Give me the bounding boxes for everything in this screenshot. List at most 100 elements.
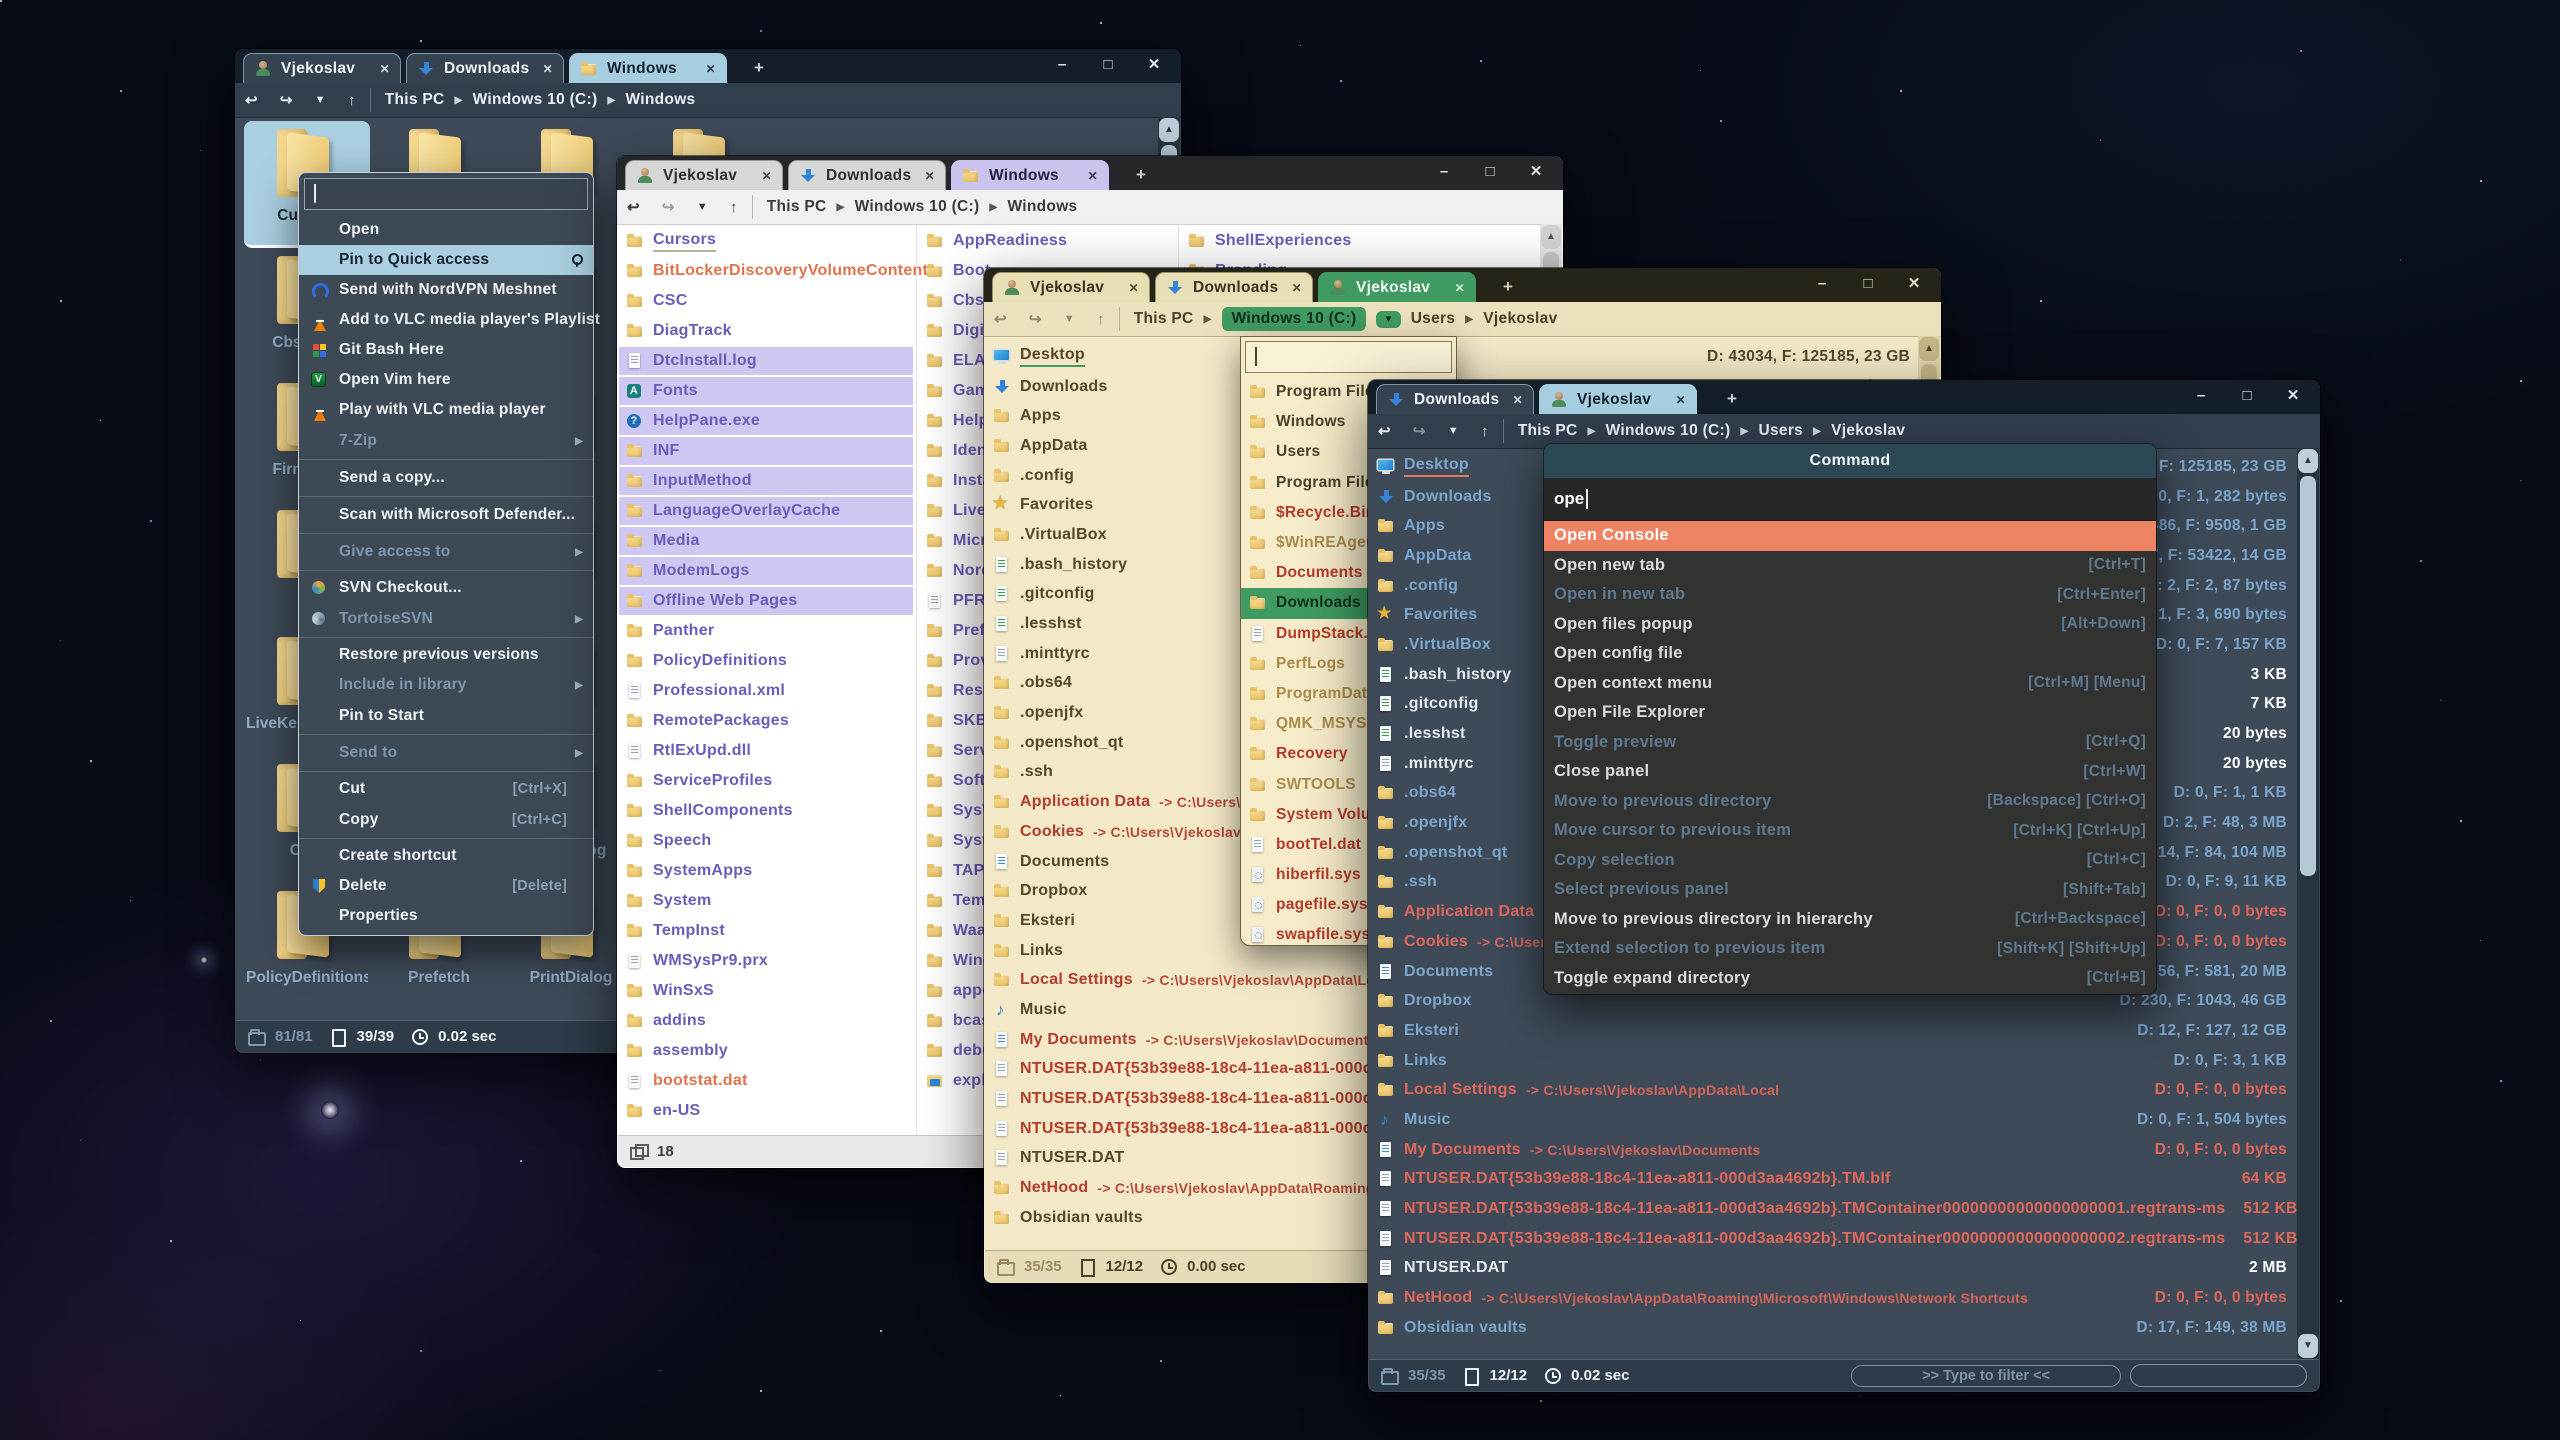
breadcrumb-item[interactable]: This PC ▶ [1134, 310, 1212, 328]
scroll-up-icon[interactable]: ▲ [1919, 337, 1939, 361]
history-dropdown-icon[interactable]: ▼ [697, 201, 708, 213]
file-row[interactable]: Panther [618, 616, 914, 646]
tab-close-icon[interactable]: ✕ [925, 169, 935, 183]
context-menu-item[interactable]: Open [299, 215, 593, 245]
palette-command[interactable]: Open files popup [Alt+Down] [1544, 610, 2156, 640]
breadcrumb-item[interactable]: ▼ ▶ [1376, 311, 1400, 328]
tab-close-icon[interactable]: ✕ [543, 62, 553, 76]
palette-command[interactable]: Move to previous directory [Backspace] [… [1544, 787, 2156, 817]
file-row[interactable]: DtcInstall.log [618, 346, 914, 376]
file-row[interactable]: TempInst [618, 916, 914, 946]
context-menu-item[interactable]: Send to ▶ [299, 737, 593, 772]
file-row[interactable]: Speech [618, 826, 914, 856]
up-icon[interactable]: ↑ [730, 199, 738, 216]
tab[interactable]: Windows ✕ [951, 160, 1109, 190]
minimize-button[interactable]: – [2178, 387, 2224, 404]
context-menu-item[interactable]: TortoiseSVN ▶ [299, 603, 593, 638]
scroll-thumb[interactable] [2300, 476, 2316, 876]
tab-close-icon[interactable]: ✕ [1455, 281, 1465, 295]
close-button[interactable]: ✕ [1513, 162, 1559, 180]
palette-command[interactable]: Toggle expand directory [Ctrl+B] [1544, 964, 2156, 994]
file-row[interactable]: bootstat.dat [618, 1066, 914, 1096]
tab-close-icon[interactable]: ✕ [1129, 281, 1139, 295]
file-row[interactable]: ModemLogs [618, 556, 914, 586]
file-row[interactable]: assembly [618, 1036, 914, 1066]
close-button[interactable]: ✕ [2270, 386, 2316, 404]
up-icon[interactable]: ↑ [1481, 423, 1489, 440]
context-menu-item[interactable]: Cut [Ctrl+X] [299, 774, 593, 804]
forward-icon[interactable]: ↪ [662, 198, 675, 216]
file-row[interactable]: Eksteri D: 12, F: 127, 12 GB [1369, 1016, 2295, 1046]
context-menu-item[interactable]: Open Vim here [299, 365, 593, 395]
tab[interactable]: Vjekoslav ✕ [1318, 272, 1476, 302]
forward-icon[interactable]: ↪ [1029, 310, 1042, 328]
breadcrumb-item[interactable]: This PC ▶ [767, 198, 845, 216]
file-row[interactable]: Links D: 0, F: 3, 1 KB [1369, 1046, 2295, 1076]
context-menu-item[interactable]: Delete [Delete] [299, 871, 593, 901]
history-dropdown-icon[interactable]: ▼ [1064, 313, 1075, 325]
file-row[interactable]: WMSysPr9.prx [618, 946, 914, 976]
breadcrumb-item[interactable]: Vjekoslav ▶ [1831, 422, 1905, 440]
breadcrumb-item[interactable]: Windows 10 (C:) ▶ [473, 91, 616, 109]
file-row[interactable]: DiagTrack [618, 316, 914, 346]
breadcrumb-item[interactable]: Windows ▶ [625, 91, 695, 109]
close-button[interactable]: ✕ [1131, 55, 1177, 73]
file-row[interactable]: Local Settings -> C:\Users\Vjekoslav\App… [1369, 1075, 2295, 1105]
filter-secondary-box[interactable] [2130, 1364, 2307, 1387]
tab[interactable]: Windows ✕ [569, 53, 727, 83]
file-row[interactable]: My Documents -> C:\Users\Vjekoslav\Docum… [1369, 1135, 2295, 1165]
tab[interactable]: Downloads ✕ [788, 160, 946, 190]
context-menu-item[interactable]: Send a copy... [299, 462, 593, 497]
palette-command[interactable]: Close panel [Ctrl+W] [1544, 757, 2156, 787]
tab-close-icon[interactable]: ✕ [706, 62, 716, 76]
scroll-up-icon[interactable]: ▲ [1541, 225, 1561, 249]
new-tab-button[interactable]: + [1719, 389, 1745, 409]
breadcrumb-item[interactable]: Windows 10 (C:) ▶ [1606, 422, 1749, 440]
file-row[interactable]: SystemApps [618, 856, 914, 886]
palette-command[interactable]: Move cursor to previous item [Ctrl+K] [C… [1544, 816, 2156, 846]
tab[interactable]: Vjekoslav ✕ [1539, 384, 1697, 414]
file-row[interactable]: PolicyDefinitions [618, 646, 914, 676]
forward-icon[interactable]: ↪ [1413, 422, 1426, 440]
file-row[interactable]: Professional.xml [618, 676, 914, 706]
context-menu-item[interactable]: Restore previous versions [299, 640, 593, 670]
tab-close-icon[interactable]: ✕ [1088, 169, 1098, 183]
palette-command[interactable]: Extend selection to previous item [Shift… [1544, 934, 2156, 964]
scroll-up-icon[interactable]: ▲ [1159, 118, 1179, 142]
scrollbar[interactable]: ▲ ▼ [2297, 448, 2319, 1359]
palette-command[interactable]: Open in new tab [Ctrl+Enter] [1544, 580, 2156, 610]
new-tab-button[interactable]: + [746, 58, 772, 78]
context-menu-item[interactable]: Create shortcut [299, 841, 593, 871]
back-icon[interactable]: ↩ [245, 91, 258, 109]
context-menu-item[interactable]: Properties [299, 901, 593, 931]
breadcrumb-item[interactable]: Vjekoslav ▶ [1483, 310, 1557, 328]
breadcrumb-item[interactable]: This PC ▶ [385, 91, 463, 109]
close-button[interactable]: ✕ [1891, 274, 1937, 292]
new-tab-button[interactable]: + [1128, 165, 1154, 185]
palette-command[interactable]: Move to previous directory in hierarchy … [1544, 905, 2156, 935]
tab[interactable]: Downloads ✕ [1376, 384, 1534, 414]
breadcrumb-item[interactable]: Windows ▶ [1007, 198, 1077, 216]
scroll-up-icon[interactable]: ▲ [2298, 449, 2318, 473]
maximize-button[interactable]: □ [1845, 275, 1891, 292]
tab[interactable]: Downloads ✕ [406, 53, 564, 83]
breadcrumb-item[interactable]: Users ▶ [1411, 310, 1474, 328]
palette-command[interactable]: Open new tab [Ctrl+T] [1544, 551, 2156, 581]
context-menu-item[interactable]: Copy [Ctrl+C] [299, 804, 593, 839]
file-row[interactable]: RemotePackages [618, 706, 914, 736]
back-icon[interactable]: ↩ [627, 198, 640, 216]
minimize-button[interactable]: – [1421, 163, 1467, 180]
breadcrumb-item[interactable]: Users ▶ [1758, 422, 1821, 440]
file-row[interactable]: CSC [618, 286, 914, 316]
back-icon[interactable]: ↩ [994, 310, 1007, 328]
file-row[interactable]: ShellComponents [618, 796, 914, 826]
file-row[interactable]: NTUSER.DAT{53b39e88-18c4-11ea-a811-000d3… [1369, 1165, 2295, 1195]
tab[interactable]: Vjekoslav ✕ [243, 53, 401, 83]
minimize-button[interactable]: – [1039, 56, 1085, 73]
dropdown-filter-input[interactable] [1245, 341, 1452, 373]
maximize-button[interactable]: □ [1085, 56, 1131, 73]
history-dropdown-icon[interactable]: ▼ [1448, 425, 1459, 437]
file-row[interactable]: AppReadiness [918, 226, 1176, 256]
palette-command[interactable]: Copy selection [Ctrl+C] [1544, 846, 2156, 876]
file-row[interactable]: WinSxS [618, 976, 914, 1006]
